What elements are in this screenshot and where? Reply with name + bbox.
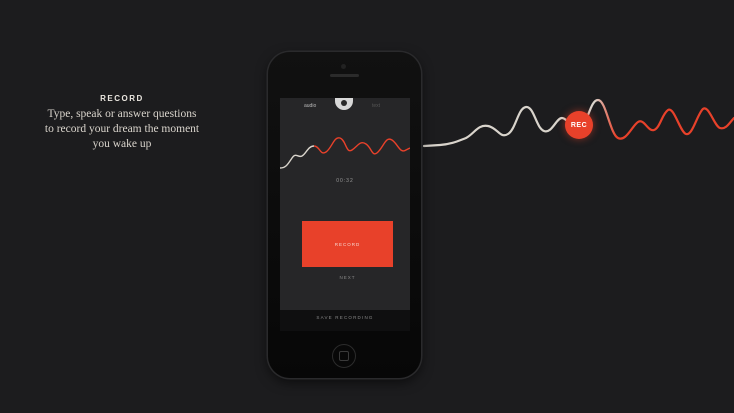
home-button-icon[interactable] (332, 344, 356, 368)
page-dots (339, 323, 349, 331)
speaker-icon (330, 74, 359, 77)
mode-tabs: audio text (280, 98, 410, 118)
record-button[interactable]: RECORD (302, 221, 393, 267)
mic-icon[interactable] (335, 98, 353, 110)
rec-badge: REC (565, 111, 593, 139)
save-recording-bar[interactable]: SAVE RECORDING (280, 310, 410, 331)
save-recording-label: SAVE RECORDING (316, 315, 374, 320)
tab-text[interactable]: text (372, 103, 380, 109)
phone-screen: audio text 00:32 RECORD NEXT SAVE RECORD… (280, 98, 410, 331)
next-button[interactable]: NEXT (302, 270, 393, 284)
camera-icon (341, 64, 346, 69)
screen-waveform (280, 137, 410, 169)
screen-waveform-light (280, 145, 315, 169)
phone-device: audio text 00:32 RECORD NEXT SAVE RECORD… (268, 52, 421, 378)
screen-waveform-red (313, 137, 410, 155)
recording-timer: 00:32 (336, 178, 354, 184)
tab-audio[interactable]: audio (304, 103, 316, 109)
